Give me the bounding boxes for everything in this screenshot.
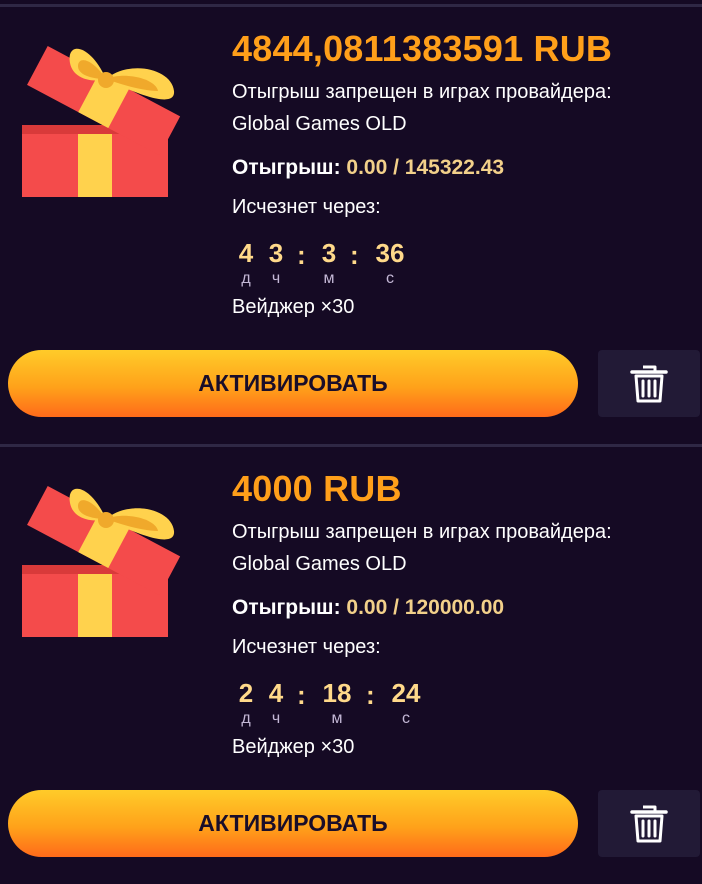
wager-multiplier: Вейджер ×30 [232, 736, 355, 758]
timer-hours-unit: ч [271, 270, 281, 287]
wager-progress-label: Отыгрыш: [232, 596, 341, 619]
expires-label: Исчезнет через: [232, 196, 381, 218]
bonus-card: 4844,0811383591 RUB Отыгрыш запрещен в и… [0, 0, 702, 440]
wager-progress: Отыгрыш: 0.00 / 120000.00 [232, 596, 504, 620]
wager-progress-label: Отыгрыш: [232, 156, 341, 179]
wager-progress-value: 0.00 / 120000.00 [346, 596, 505, 619]
card-divider [0, 444, 702, 447]
timer-separator: : [350, 240, 359, 270]
timer-hours: 4 ч [256, 678, 296, 730]
timer-minutes-unit: м [323, 270, 335, 287]
gift-icon [22, 486, 181, 637]
timer-separator: : [297, 680, 306, 710]
timer-hours-unit: ч [271, 710, 281, 727]
bonus-amount: 4000 RUB [232, 468, 402, 509]
timer-seconds-value: 24 [391, 678, 421, 708]
timer-seconds: 24 с [386, 678, 426, 730]
bonus-card: 4000 RUB Отыгрыш запрещен в играх провай… [0, 440, 702, 880]
timer-minutes-value: 3 [321, 238, 337, 268]
timer-seconds-unit: с [386, 270, 394, 287]
timer-minutes: 18 м [317, 678, 357, 730]
timer-seconds: 36 с [370, 238, 410, 290]
delete-bonus-button[interactable] [598, 790, 700, 857]
timer-minutes-value: 18 [322, 678, 352, 708]
gift-icon [22, 46, 181, 197]
delete-bonus-button[interactable] [598, 350, 700, 417]
trash-icon [630, 365, 668, 403]
expires-label: Исчезнет через: [232, 636, 381, 658]
bonus-amount: 4844,0811383591 RUB [232, 28, 613, 69]
timer-seconds-unit: с [402, 710, 410, 727]
timer-separator: : [297, 240, 306, 270]
timer-hours: 3 ч [256, 238, 296, 290]
activate-button[interactable]: АКТИВИРОВАТЬ [8, 790, 578, 857]
timer-seconds-value: 36 [375, 238, 405, 268]
timer-minutes: 3 м [309, 238, 349, 290]
timer-minutes-unit: м [331, 710, 343, 727]
wager-progress-value: 0.00 / 145322.43 [346, 156, 505, 179]
timer-hours-value: 4 [268, 678, 284, 708]
wager-multiplier: Вейджер ×30 [232, 296, 355, 318]
trash-icon [630, 805, 668, 843]
provider-restriction-text: Отыгрыш запрещен в играх провайдера: Glo… [232, 521, 612, 575]
timer-separator: : [366, 680, 375, 710]
provider-restriction-text: Отыгрыш запрещен в играх провайдера: Glo… [232, 81, 612, 135]
card-divider [0, 4, 702, 7]
timer-hours-value: 3 [268, 238, 284, 268]
activate-button[interactable]: АКТИВИРОВАТЬ [8, 350, 578, 417]
wager-progress: Отыгрыш: 0.00 / 145322.43 [232, 156, 504, 180]
